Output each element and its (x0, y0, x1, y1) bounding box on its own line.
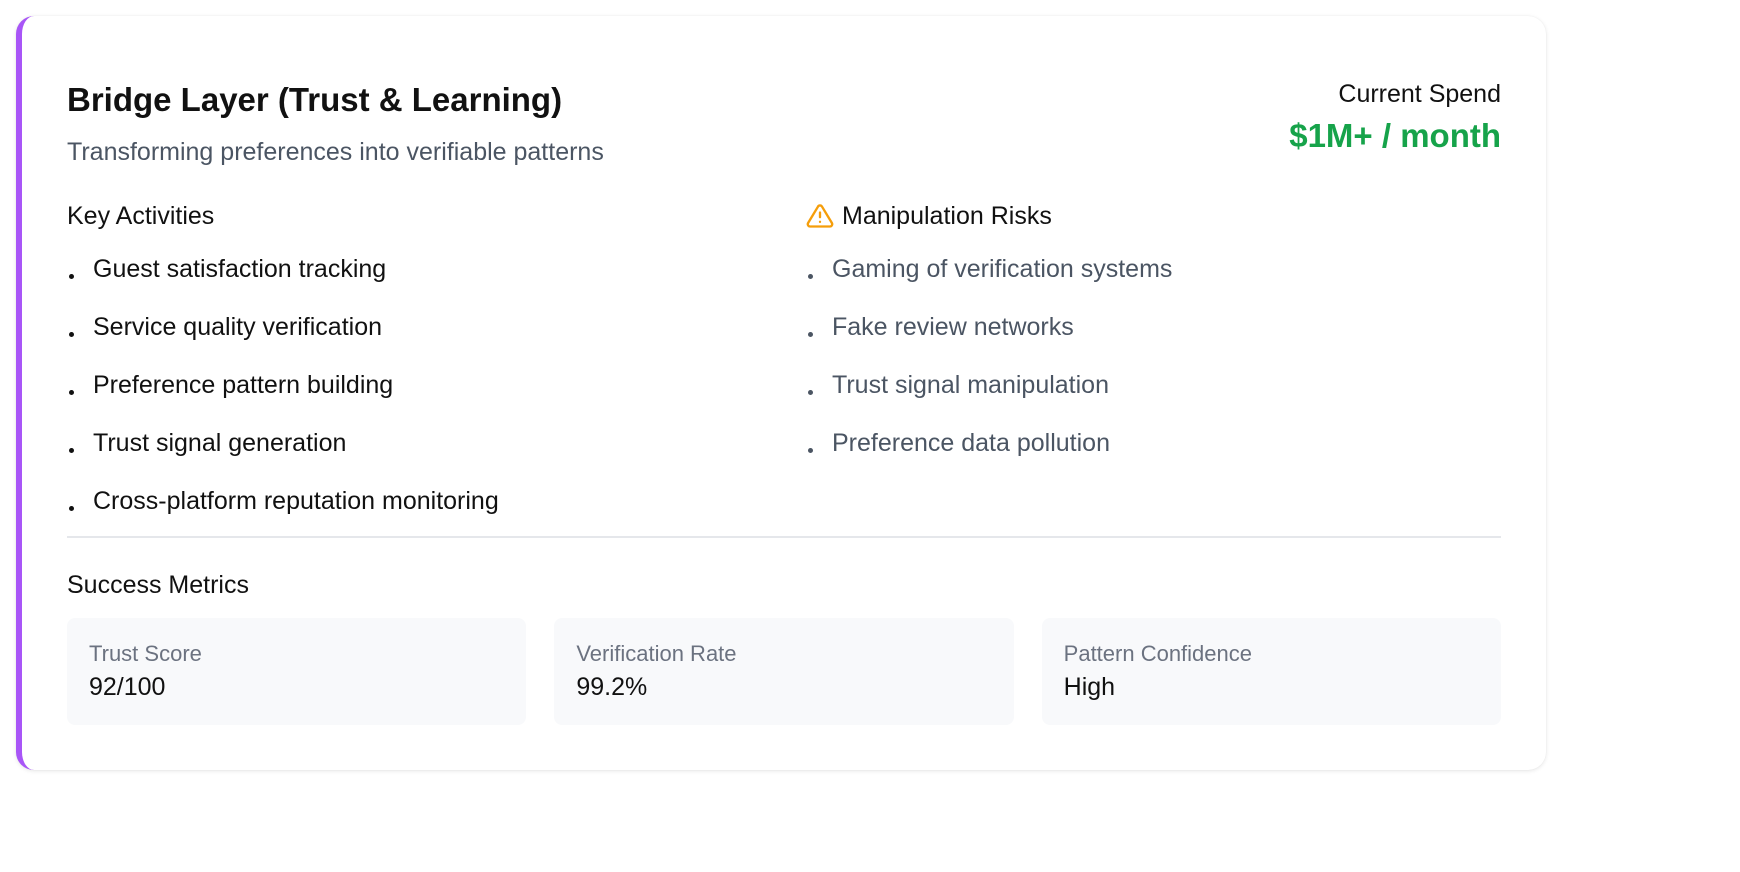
list-item: Fake review networks (806, 312, 1506, 370)
risks-heading: Manipulation Risks (806, 198, 1506, 234)
bullet-icon (69, 274, 74, 279)
bullet-icon (808, 274, 813, 279)
key-activities-list: Guest satisfaction tracking Service qual… (67, 254, 767, 544)
warning-triangle-icon (806, 202, 834, 230)
list-item-text: Gaming of verification systems (832, 255, 1173, 283)
risks-title: Manipulation Risks (842, 202, 1052, 230)
card-title: Bridge Layer (Trust & Learning) (67, 81, 563, 118)
section-divider (67, 536, 1501, 538)
list-item-text: Preference pattern building (93, 371, 394, 399)
list-item: Trust signal generation (67, 428, 767, 486)
metric-label: Trust Score (89, 641, 202, 666)
key-activities-title: Key Activities (67, 202, 215, 230)
bullet-icon (808, 332, 813, 337)
metrics-title: Success Metrics (67, 571, 249, 599)
metric-card-verification-rate: Verification Rate 99.2% (554, 618, 1014, 725)
bullet-icon (808, 448, 813, 453)
metric-value: 99.2% (576, 673, 648, 701)
bullet-icon (69, 506, 74, 511)
spend-label: Current Spend (1338, 80, 1501, 108)
spend-value: $1M+ / month (1289, 117, 1501, 154)
list-item: Preference data pollution (806, 428, 1506, 486)
manipulation-risks-section: Manipulation Risks Gaming of verificatio… (806, 198, 1506, 486)
bullet-icon (69, 390, 74, 395)
bullet-icon (69, 448, 74, 453)
current-spend: Current Spend $1M+ / month (1289, 78, 1501, 158)
bullet-icon (808, 390, 813, 395)
metric-card-trust-score: Trust Score 92/100 (67, 618, 527, 725)
list-item: Preference pattern building (67, 370, 767, 428)
list-item-text: Preference data pollution (832, 429, 1110, 457)
layer-card: Bridge Layer (Trust & Learning) Transfor… (16, 16, 1546, 770)
list-item-text: Service quality verification (93, 313, 383, 341)
list-item: Guest satisfaction tracking (67, 254, 767, 312)
bullet-icon (69, 332, 74, 337)
list-item: Trust signal manipulation (806, 370, 1506, 428)
metrics-row: Trust Score 92/100 Verification Rate 99.… (67, 618, 1501, 725)
metric-value: High (1063, 673, 1116, 701)
list-item-text: Fake review networks (832, 313, 1074, 341)
list-item: Service quality verification (67, 312, 767, 370)
metric-card-pattern-confidence: Pattern Confidence High (1041, 618, 1501, 725)
metric-label: Verification Rate (576, 641, 737, 666)
list-item-text: Trust signal generation (93, 429, 347, 457)
card-subtitle: Transforming preferences into verifiable… (67, 138, 604, 166)
list-item-text: Guest satisfaction tracking (93, 255, 387, 283)
list-item-text: Cross-platform reputation monitoring (93, 487, 499, 515)
list-item-text: Trust signal manipulation (832, 371, 1109, 399)
key-activities-section: Key Activities Guest satisfaction tracki… (67, 198, 767, 544)
metric-label: Pattern Confidence (1063, 641, 1252, 666)
list-item: Gaming of verification systems (806, 254, 1506, 312)
risks-list: Gaming of verification systems Fake revi… (806, 254, 1506, 486)
metric-value: 92/100 (89, 673, 166, 701)
